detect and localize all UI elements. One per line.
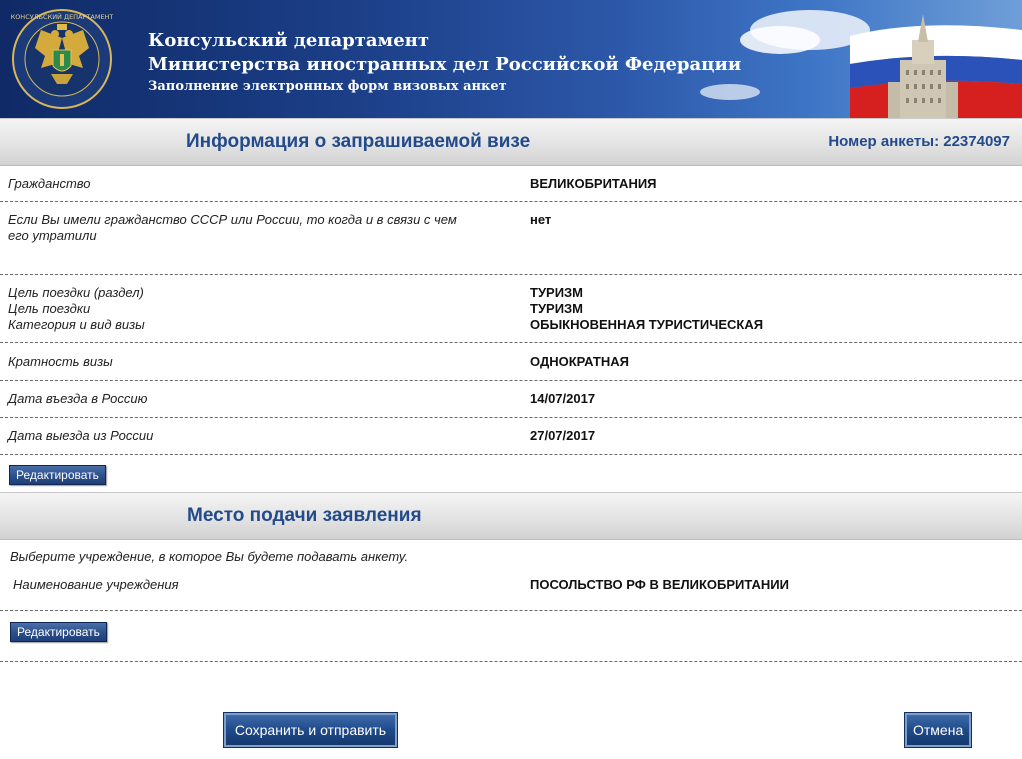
trip-purpose-value: ТУРИЗМ <box>530 301 584 316</box>
former-citizenship-value: нет <box>530 212 552 227</box>
citizenship-value: ВЕЛИКОБРИТАНИЯ <box>530 176 657 191</box>
visa-category-label: Категория и вид визы <box>8 317 145 332</box>
row-trip-purpose: Цель поездки (раздел) ТУРИЗМ Цель поездк… <box>0 275 1022 343</box>
header-ministry-title: Министерства иностранных дел Российской … <box>148 54 742 75</box>
visa-category-value: ОБЫКНОВЕННАЯ ТУРИСТИЧЕСКАЯ <box>530 317 764 332</box>
visa-section-header: Информация о запрашиваемой визе Номер ан… <box>0 118 1022 166</box>
former-citizenship-label: Если Вы имели гражданство СССР или Росси… <box>8 212 457 243</box>
header-department-title: Консульский департамент <box>148 30 429 51</box>
visa-entries-label: Кратность визы <box>8 354 113 369</box>
emblem-lettering: КОНСУЛЬСКИЙ ДЕПАРТАМЕНТ <box>11 12 113 21</box>
header-subtitle: Заполнение электронных форм визовых анке… <box>148 79 507 94</box>
trip-purpose-section-label: Цель поездки (раздел) <box>8 285 144 300</box>
cancel-button[interactable]: Отмена <box>904 712 972 748</box>
exit-date-label: Дата выезда из России <box>8 428 154 443</box>
institution-label: Наименование учреждения <box>13 577 179 592</box>
citizenship-label: Гражданство <box>8 176 91 191</box>
row-visa-entries: Кратность визы ОДНОКРАТНАЯ <box>0 343 1022 381</box>
row-citizenship: Гражданство ВЕЛИКОБРИТАНИЯ <box>0 165 1022 202</box>
visa-section-title: Информация о запрашиваемой визе <box>186 131 531 152</box>
exit-date-value: 27/07/2017 <box>530 428 596 443</box>
header-flag-building-image <box>700 10 1022 118</box>
place-section-header: Место подачи заявления <box>0 492 1022 540</box>
save-and-send-button[interactable]: Сохранить и отправить <box>223 712 398 748</box>
row-entry-date: Дата въезда в Россию 14/07/2017 <box>0 381 1022 418</box>
edit-visa-button[interactable]: Редактировать <box>9 465 106 485</box>
form-number: Номер анкеты: 22374097 <box>828 133 1010 150</box>
edit-institution-button[interactable]: Редактировать <box>10 622 107 642</box>
trip-purpose-section-value: ТУРИЗМ <box>530 285 584 300</box>
page-header: КОНСУЛЬСКИЙ ДЕПАРТАМЕНТ Консульский депа… <box>0 0 1022 118</box>
consular-emblem-icon: КОНСУЛЬСКИЙ ДЕПАРТАМЕНТ <box>11 9 113 109</box>
trip-purpose-label: Цель поездки <box>8 301 91 316</box>
row-exit-date: Дата выезда из России 27/07/2017 <box>0 418 1022 455</box>
place-section-title: Место подачи заявления <box>187 505 422 526</box>
institution-value: ПОСОЛЬСТВО РФ В ВЕЛИКОБРИТАНИИ <box>530 577 789 592</box>
row-institution: Наименование учреждения ПОСОЛЬСТВО РФ В … <box>0 568 1022 611</box>
visa-entries-value: ОДНОКРАТНАЯ <box>530 354 629 369</box>
institution-hint: Выберите учреждение, в которое Вы будете… <box>10 549 409 564</box>
row-former-citizenship: Если Вы имели гражданство СССР или Росси… <box>0 202 1022 275</box>
place-section-divider <box>0 640 1022 662</box>
entry-date-label: Дата въезда в Россию <box>8 391 148 406</box>
entry-date-value: 14/07/2017 <box>530 391 596 406</box>
